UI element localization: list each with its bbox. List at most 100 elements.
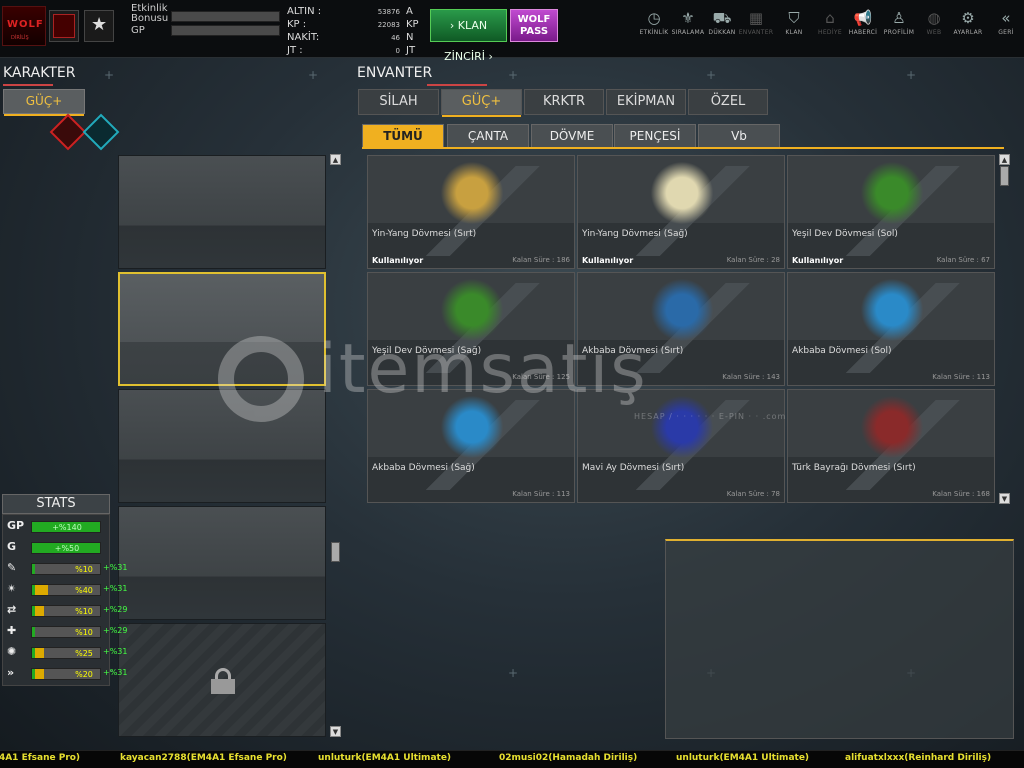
stat-value: %10 [75, 565, 93, 574]
tab-guc-plus[interactable]: GÜÇ+ [441, 89, 522, 117]
currency-value: 0 [395, 47, 400, 55]
scroll-up-icon[interactable]: ▲ [330, 154, 341, 165]
tattoo-icon [860, 279, 924, 341]
scroll-up-icon[interactable]: ▲ [999, 154, 1010, 165]
item-remaining-time: Kalan Süre : 168 [932, 490, 990, 498]
gear-icon: ⚙ [961, 9, 975, 27]
stat-icon: GP [7, 519, 25, 532]
shield-icon: ⛉ [788, 9, 800, 27]
tab-guc-plus[interactable]: GÜÇ+ [3, 89, 85, 116]
inventory-item[interactable]: Yeşil Dev Dövmesi (Sol) Kullanılıyor Kalan… [787, 155, 995, 269]
stat-icon: ✚ [7, 624, 17, 637]
stat-bar: %20 [31, 668, 101, 680]
wolf-pass-button[interactable]: WOLF PASS [510, 9, 558, 42]
stat-bar: %25 [31, 647, 101, 659]
stat-fill [32, 564, 36, 574]
inventory-item[interactable]: Yin-Yang Dövmesi (Sırt) Kullanılıyor Kalan… [367, 155, 575, 269]
tab-inventory[interactable]: SİLAH [358, 89, 439, 115]
nav-inventory[interactable]: ▦ ENVANTER [736, 8, 776, 36]
stat-value: %10 [75, 607, 93, 616]
rank-badge-button[interactable] [49, 10, 79, 42]
nav-profile[interactable]: ♙ PROFİLİM [879, 8, 919, 36]
item-status: Kullanılıyor [792, 256, 844, 265]
inventory-scrollbar[interactable]: ▲ ▼ [999, 154, 1011, 504]
star-icon: ★ [91, 14, 108, 35]
stat-icon: » [7, 666, 15, 679]
scroll-down-icon[interactable]: ▼ [999, 493, 1010, 504]
subtab[interactable]: Vb [698, 124, 780, 148]
stat-value: +%140 [52, 523, 82, 532]
tattoo-icon [440, 396, 504, 458]
inventory-item[interactable]: Türk Bayrağı Dövmesi (Sırt) Kalan Süre : … [787, 389, 995, 503]
stats-title: STATS [2, 494, 110, 514]
equip-slot[interactable] [118, 506, 326, 620]
item-detail-panel [665, 539, 1014, 739]
item-name: Mavi Ay Dövmesi (Sırt) [582, 463, 685, 473]
inventory-item[interactable]: Mavi Ay Dövmesi (Sırt) Kalan Süre : 78 [577, 389, 785, 503]
news-ticker: M4A1 Efsane Pro) kayacan2788(EM4A1 Efsane… [0, 750, 1024, 768]
scroll-thumb[interactable] [1000, 166, 1009, 186]
inventory-icon: ▦ [748, 9, 764, 27]
currency-value: 22083 [377, 21, 400, 29]
inventory-item[interactable]: Yin-Yang Dövmesi (Sağ) Kullanılıyor Kalan … [577, 155, 785, 269]
stat-bonus: +%31 [103, 647, 128, 656]
wolf-pass-line1: WOLF [517, 14, 551, 25]
inventory-item[interactable]: Akbaba Dövmesi (Sol) Kalan Süre : 113 [787, 272, 995, 386]
currency-label: ALTIN : [287, 6, 322, 17]
stat-icon: ✺ [7, 645, 17, 658]
nav-label: GERİ [998, 29, 1014, 36]
item-remaining-time: Kalan Süre : 113 [932, 373, 990, 381]
stat-bonus: +%29 [103, 605, 128, 614]
nav-gear[interactable]: ⚙ AYARLAR [948, 8, 988, 36]
equip-slot-selected[interactable] [118, 272, 326, 386]
subtab[interactable]: DÖVME [531, 124, 613, 148]
event-bonus-bar [171, 11, 280, 22]
character-class-red-icon[interactable] [49, 113, 87, 151]
scroll-down-icon[interactable]: ▼ [330, 726, 341, 737]
stat-icon: G [7, 540, 17, 553]
ticker-entry: 02musi02(Hamadah Diriliş) [499, 753, 638, 763]
left-scrollbar[interactable]: ▲ ▼ [330, 154, 342, 738]
tab-inventory[interactable]: EKİPMAN [606, 89, 686, 115]
currency-value: 46 [391, 34, 400, 42]
currency-unit: N [406, 32, 414, 43]
tattoo-icon [440, 279, 504, 341]
item-name: Akbaba Dövmesi (Sağ) [372, 463, 475, 473]
subtab-underline [362, 147, 1004, 149]
item-remaining-time: Kalan Süre : 28 [726, 256, 780, 264]
logo-subtext: DİRİLİŞ [11, 35, 29, 41]
tattoo-icon [860, 396, 924, 458]
nav-back[interactable]: « GERİ [986, 8, 1024, 36]
nav-shield[interactable]: ⛉ KLAN [774, 8, 814, 36]
equip-slot[interactable] [118, 155, 326, 269]
item-name: Akbaba Dövmesi (Sırt) [582, 346, 684, 356]
megaphone-icon: 📢 [853, 9, 873, 27]
tattoo-icon [650, 162, 714, 224]
inventory-item[interactable]: Yeşil Dev Dövmesi (Sağ) Kalan Süre : 125 [367, 272, 575, 386]
stat-bar: %10 [31, 563, 101, 575]
equip-slot[interactable] [118, 389, 326, 503]
subtab[interactable]: ÇANTA [447, 124, 529, 148]
character-class-blue-icon[interactable] [82, 113, 120, 151]
tab-inventory[interactable]: ÖZEL [688, 89, 768, 115]
nav-megaphone[interactable]: 📢 HABERCİ [843, 8, 883, 36]
event-bonus-label: Etkinlik Bonusu [131, 3, 169, 24]
star-button[interactable]: ★ [84, 10, 114, 42]
stat-value: %10 [75, 628, 93, 637]
subtab[interactable]: PENÇESİ [614, 124, 696, 148]
nav-label: AYARLAR [953, 29, 983, 36]
item-name: Yeşil Dev Dövmesi (Sağ) [372, 346, 482, 356]
karakter-title: KARAKTER [3, 65, 76, 81]
stat-fill-bonus [35, 669, 44, 679]
inventory-item[interactable]: Akbaba Dövmesi (Sağ) Kalan Süre : 113 [367, 389, 575, 503]
inventory-item[interactable]: Akbaba Dövmesi (Sırt) Kalan Süre : 143 [577, 272, 785, 386]
item-status: Kullanılıyor [582, 256, 634, 265]
item-remaining-time: Kalan Süre : 113 [512, 490, 570, 498]
stat-bar: %10 [31, 626, 101, 638]
stat-bonus: +%31 [103, 584, 128, 593]
subtab[interactable]: TÜMÜ [362, 124, 444, 148]
tab-inventory[interactable]: KRKTR [524, 89, 604, 115]
scroll-thumb[interactable] [331, 542, 340, 562]
klan-chain-button[interactable]: › KLAN ZİNCİRİ › [430, 9, 507, 63]
nav-label: ENVANTER [738, 29, 774, 36]
